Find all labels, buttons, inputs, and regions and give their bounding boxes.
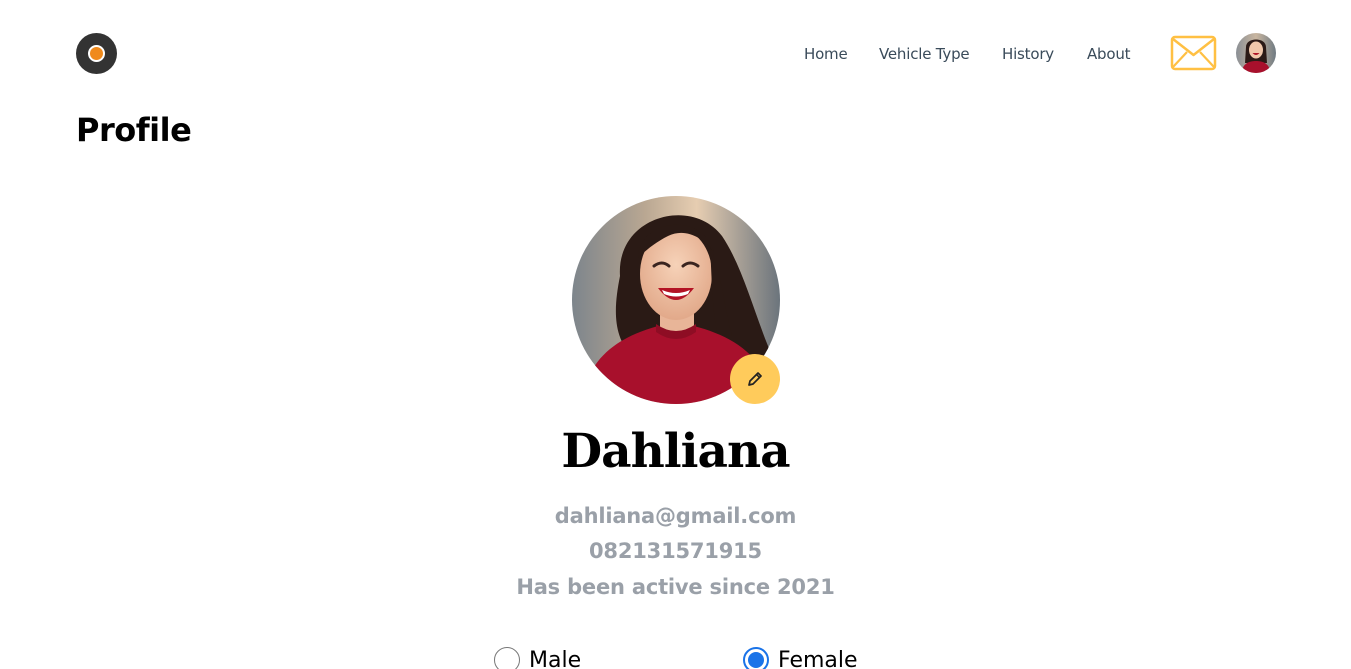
nav-home[interactable]: Home [804, 45, 848, 63]
logo-dot [88, 45, 105, 62]
pencil-icon [748, 372, 762, 386]
gender-option-female[interactable]: Female [743, 645, 858, 669]
nav-about[interactable]: About [1087, 45, 1131, 63]
gender-male-label: Male [529, 647, 582, 669]
gender-female-label: Female [778, 647, 858, 669]
nav-history[interactable]: History [1002, 45, 1054, 63]
profile-name: Dahliana [561, 424, 790, 479]
profile-phone: 082131571915 [589, 539, 762, 563]
profile-active-since: Has been active since 2021 [516, 575, 835, 599]
user-avatar[interactable] [1236, 33, 1276, 73]
edit-photo-button[interactable] [730, 354, 780, 404]
nav-vehicle-type[interactable]: Vehicle Type [879, 45, 970, 63]
profile-page: Home Vehicle Type History About Profile … [0, 0, 1351, 669]
gender-option-male[interactable]: Male [494, 645, 581, 669]
gender-male-radio[interactable] [494, 647, 520, 669]
logo-icon[interactable] [76, 33, 117, 74]
page-title: Profile [76, 111, 192, 149]
profile-email: dahliana@gmail.com [554, 504, 797, 528]
mail-icon[interactable] [1170, 35, 1217, 71]
gender-female-radio[interactable] [743, 647, 769, 669]
